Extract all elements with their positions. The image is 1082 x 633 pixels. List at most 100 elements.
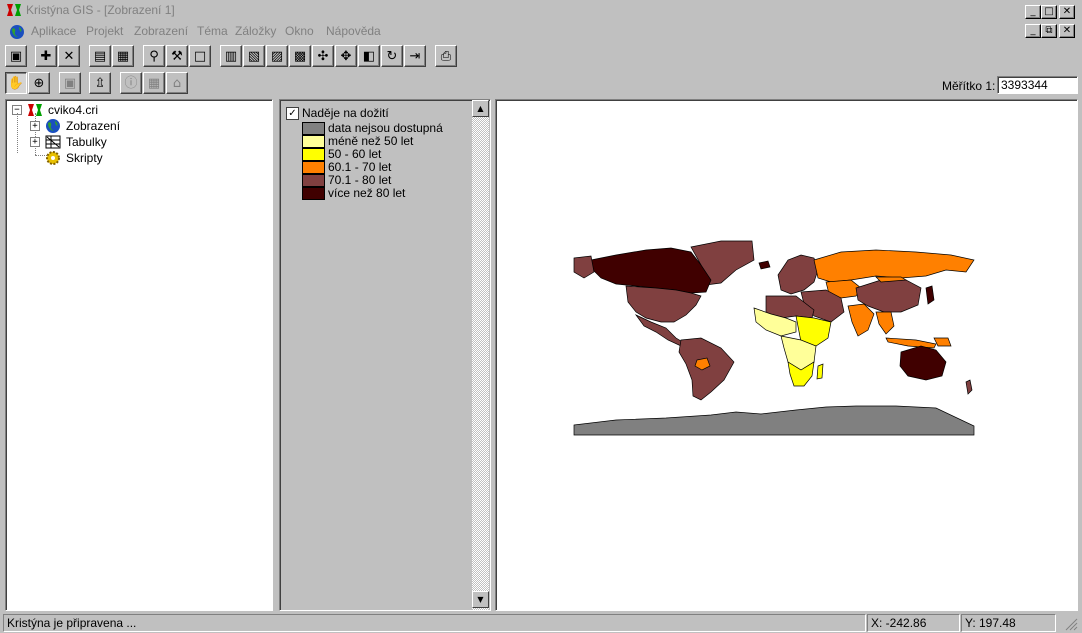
menu-projekt[interactable]: Projekt [86, 24, 123, 38]
zoom-previous-icon: ◧ [362, 48, 376, 64]
layer-up-icon: ▨ [270, 48, 284, 64]
world-map[interactable] [496, 100, 1077, 610]
map-region-alaska [573, 255, 595, 279]
menu-okno[interactable]: Okno [285, 24, 314, 38]
zoom-in-button[interactable]: ⊕ [28, 72, 50, 94]
theme-properties-button[interactable]: ▤ [89, 45, 111, 67]
measure-button[interactable]: ▦ [143, 72, 165, 94]
tree-item-skripty[interactable]: Skripty [6, 150, 206, 166]
print-button[interactable]: ⎙ [435, 45, 457, 67]
map-region-madagascar [816, 363, 824, 380]
zoom-to-selected-button[interactable]: ⇥ [404, 45, 426, 67]
tools-toolbar: ✋ ⊕ ▣ ⇫ ⓘ ▦ ⌂ [5, 72, 195, 94]
table-button[interactable]: ▦ [112, 45, 134, 67]
legend-scrollbar[interactable]: ▲ ▼ [472, 100, 489, 610]
clear-selection-button[interactable]: □ [189, 45, 211, 67]
zoom-to-selected-icon: ⇥ [409, 48, 421, 64]
find-button[interactable]: ⚲ [143, 45, 165, 67]
status-x-coordinate: X: -242.86 [867, 614, 960, 632]
window-title: Kristýna GIS - [Zobrazení 1] [26, 3, 175, 17]
map-region-south-america [678, 337, 735, 401]
tree-item-tabulky[interactable]: + Tabulky [6, 134, 206, 150]
scroll-up-button[interactable]: ▲ [472, 100, 489, 117]
new-view-icon: ▣ [9, 48, 23, 64]
app-logo-icon [7, 4, 21, 16]
scale-input[interactable] [997, 76, 1078, 94]
pan-hand-button[interactable]: ✋ [5, 72, 27, 94]
menu-zobrazeni[interactable]: Zobrazení [134, 24, 188, 38]
identify-icon: ⇫ [94, 75, 106, 91]
legend-swatch [302, 161, 325, 174]
zoom-to-full-extent-button[interactable]: ✣ [312, 45, 334, 67]
map-region-india [847, 303, 875, 337]
project-name: cviko4.cri [48, 103, 99, 117]
legend-class-label: 50 - 60 let [328, 147, 382, 161]
status-bar: Kristýna je připravena ... X: -242.86 Y:… [0, 611, 1082, 633]
menu-aplikace[interactable]: Aplikace [31, 24, 76, 38]
map-region-se-asia [875, 311, 895, 335]
tree-item-zobrazeni[interactable]: + Zobrazení [6, 118, 206, 134]
info-button[interactable]: ⓘ [120, 72, 142, 94]
app-minimize-button[interactable]: _ [1025, 5, 1041, 19]
add-theme-button[interactable]: ✚ [35, 45, 57, 67]
edit-legend-button[interactable]: ▧ [243, 45, 265, 67]
legend-swatch [302, 122, 325, 135]
globe-icon[interactable] [9, 24, 25, 40]
globe-icon [46, 119, 60, 133]
query-builder-icon: ⚒ [171, 48, 183, 64]
legend-class-label: více než 80 let [328, 186, 406, 200]
info-icon: ⓘ [124, 75, 138, 91]
map-view[interactable] [495, 99, 1078, 611]
layer-down-button[interactable]: ▩ [289, 45, 311, 67]
select-feature-button[interactable]: ▣ [59, 72, 81, 94]
tree-root-row[interactable]: − cviko4.cri [6, 102, 206, 118]
layer-up-button[interactable]: ▨ [266, 45, 288, 67]
menu-napoveda[interactable]: Nápověda [326, 24, 381, 38]
refresh-button[interactable]: ↻ [381, 45, 403, 67]
identify-button[interactable]: ⇫ [89, 72, 111, 94]
doc-minimize-button[interactable]: _ [1025, 24, 1041, 38]
expand-icon[interactable]: + [30, 121, 40, 131]
tree-item-label: Skripty [66, 151, 103, 165]
layer-down-icon: ▩ [293, 48, 307, 64]
app-maximize-button[interactable]: □ [1041, 5, 1057, 19]
map-region-new-zealand [965, 379, 973, 395]
expand-icon[interactable]: + [30, 137, 40, 147]
menu-zalozky[interactable]: Záložky [235, 24, 276, 38]
zoom-previous-button[interactable]: ◧ [358, 45, 380, 67]
doc-close-button[interactable]: ✕ [1059, 24, 1075, 38]
legend-swatch [302, 148, 325, 161]
zoom-to-active-themes-button[interactable]: ✥ [335, 45, 357, 67]
legend-panel: ✓ Naděje na dožití data nejsou dostupná m… [279, 99, 491, 611]
query-builder-button[interactable]: ⚒ [166, 45, 188, 67]
legend-class-label: 70.1 - 80 let [328, 173, 392, 187]
table-icon: ▦ [116, 48, 130, 64]
new-view-button[interactable]: ▣ [5, 45, 27, 67]
zoom-to-active-themes-icon: ✥ [340, 48, 352, 64]
menu-tema[interactable]: Téma [197, 24, 228, 38]
zoom-in-icon: ⊕ [33, 75, 45, 91]
clear-selection-icon: □ [193, 48, 207, 64]
table-icon [45, 135, 61, 149]
legend-swatch [302, 174, 325, 187]
legend-class-label: méně než 50 let [328, 134, 414, 148]
resize-grip-icon[interactable] [1064, 617, 1078, 631]
legend-editor-button[interactable]: ▥ [220, 45, 242, 67]
legend-class-label: 60.1 - 70 let [328, 160, 392, 174]
main-toolbar: ▣ ✚ ✕ ▤ ▦ ⚲ ⚒ □ ▥ ▧ ▨ ▩ ✣ ✥ ◧ ↻ ⇥ ⎙ [5, 45, 465, 67]
map-region-png [933, 337, 952, 347]
map-region-europe [777, 254, 819, 295]
map-region-japan [925, 285, 935, 305]
delete-theme-button[interactable]: ✕ [58, 45, 80, 67]
theme-title[interactable]: Naděje na dožití [302, 106, 389, 120]
tree-item-label: Zobrazení [66, 119, 121, 133]
app-close-button[interactable]: ✕ [1059, 5, 1075, 19]
doc-restore-button[interactable]: ⧉ [1041, 24, 1057, 38]
map-region-antarctica [573, 405, 975, 436]
gear-icon [46, 151, 60, 165]
hotlink-button[interactable]: ⌂ [166, 72, 188, 94]
scroll-down-button[interactable]: ▼ [472, 591, 489, 608]
edit-legend-icon: ▧ [247, 48, 261, 64]
legend-class-label: data nejsou dostupná [328, 121, 443, 135]
theme-visibility-checkbox[interactable]: ✓ [286, 107, 299, 120]
